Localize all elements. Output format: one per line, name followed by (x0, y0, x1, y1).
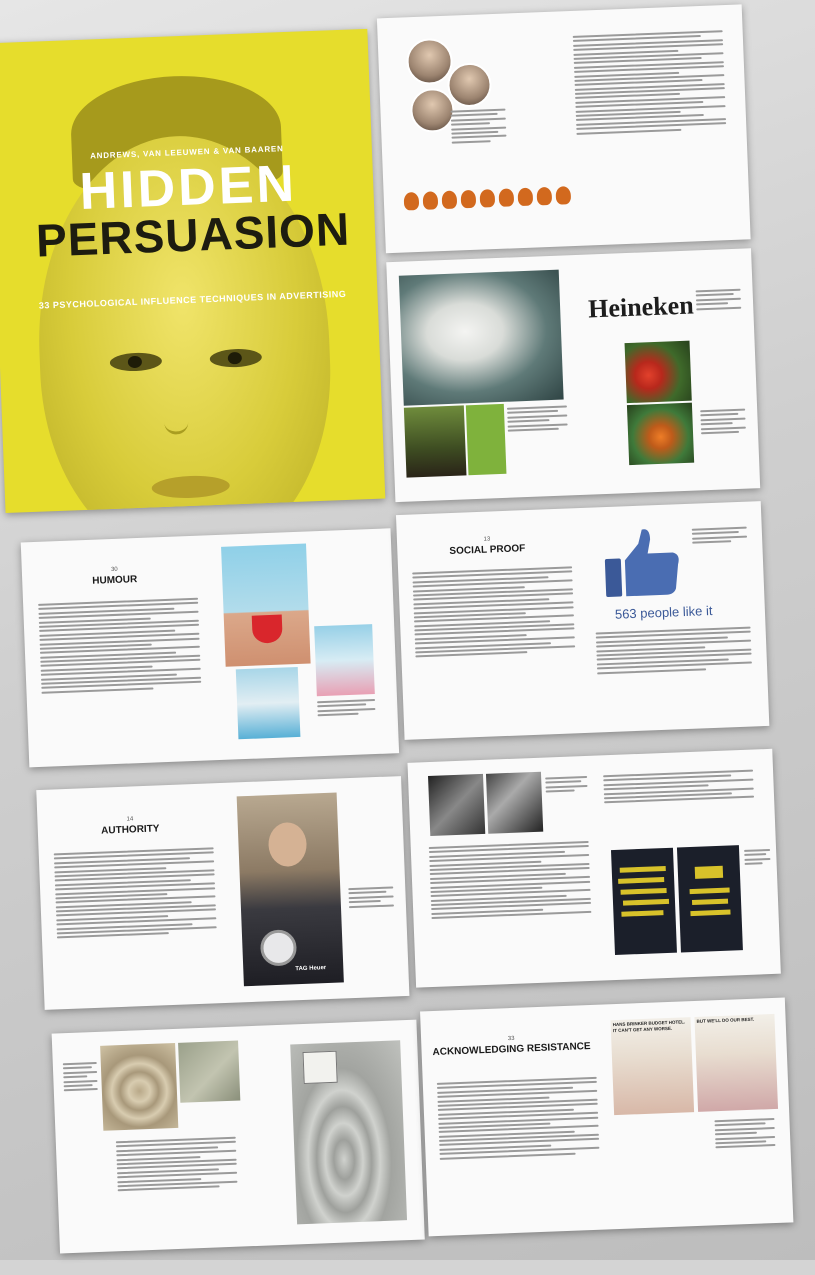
portrait-photo (446, 62, 493, 108)
facebook-like-icon (604, 529, 679, 597)
body-text (115, 1136, 238, 1194)
page-authority: 14 AUTHORITY TAG Heuer (36, 776, 410, 1010)
caption-text (691, 526, 748, 547)
caption-text (348, 886, 394, 910)
body-text (412, 566, 576, 660)
hotel-ad-photo (694, 1013, 779, 1112)
page-posters (407, 748, 781, 988)
heineken-logo: Heineken (587, 290, 695, 324)
portrait-photo (405, 37, 454, 86)
polar-bear-ad-photo (398, 269, 564, 406)
page-social-proof: 13 SOCIAL PROOF 563 people like it (395, 501, 770, 740)
bw-ad-photo (428, 773, 486, 836)
wwf-green-photo (465, 403, 507, 476)
ripple-pavement-ad-photo (290, 1040, 408, 1225)
page-ripples (51, 1019, 425, 1254)
caption-text (695, 288, 742, 313)
chimp-ad-photo (403, 405, 467, 478)
watch-ad-photo: TAG Heuer (236, 792, 344, 987)
swimsuit-ad-photo (221, 543, 311, 667)
caption-text (700, 408, 746, 437)
caption-text (506, 405, 568, 434)
caption-text (62, 1061, 98, 1094)
bw-ad-photo (485, 771, 544, 834)
page-acknowledging-resistance: 33 ACKNOWLEDGING RESISTANCE HANS BRINKER… (420, 997, 794, 1237)
body-text (603, 769, 755, 806)
body-text (38, 597, 202, 696)
caption-text (545, 775, 588, 795)
body-text (436, 1076, 600, 1162)
caption-text (714, 1117, 776, 1151)
tag-heuer-logo: TAG Heuer (295, 965, 327, 973)
page-wwf-heineken: Heineken (386, 248, 761, 503)
poster-ad (676, 845, 743, 953)
ripple-sand-photo (100, 1042, 179, 1131)
body-text (572, 30, 727, 137)
body-text (450, 108, 507, 146)
carrot-ad-photo (626, 402, 695, 466)
caption-text (744, 848, 771, 868)
body-text (53, 847, 217, 941)
page-humour: 30 HUMOUR (20, 528, 400, 768)
cover-title-persuasion: PERSUASION (35, 202, 352, 267)
book-spread-collage: ANDREWS, VAN LEEUWEN & VAN BAAREN HIDDEN… (0, 0, 815, 1275)
swimsuit-ad-photo (314, 624, 375, 697)
portrait-photo (409, 87, 456, 134)
swimsuit-ad-photo (235, 666, 301, 740)
like-count-text: 563 people like it (614, 603, 713, 622)
body-text (595, 626, 753, 677)
page-portraits (376, 4, 751, 254)
ground-photo (178, 1040, 241, 1103)
body-text (428, 840, 592, 922)
poster-ad (610, 847, 677, 955)
tomato-ad-photo (624, 340, 692, 404)
skull-row-image (403, 186, 572, 211)
book-cover: ANDREWS, VAN LEEUWEN & VAN BAAREN HIDDEN… (0, 28, 386, 514)
caption-text (317, 699, 376, 719)
